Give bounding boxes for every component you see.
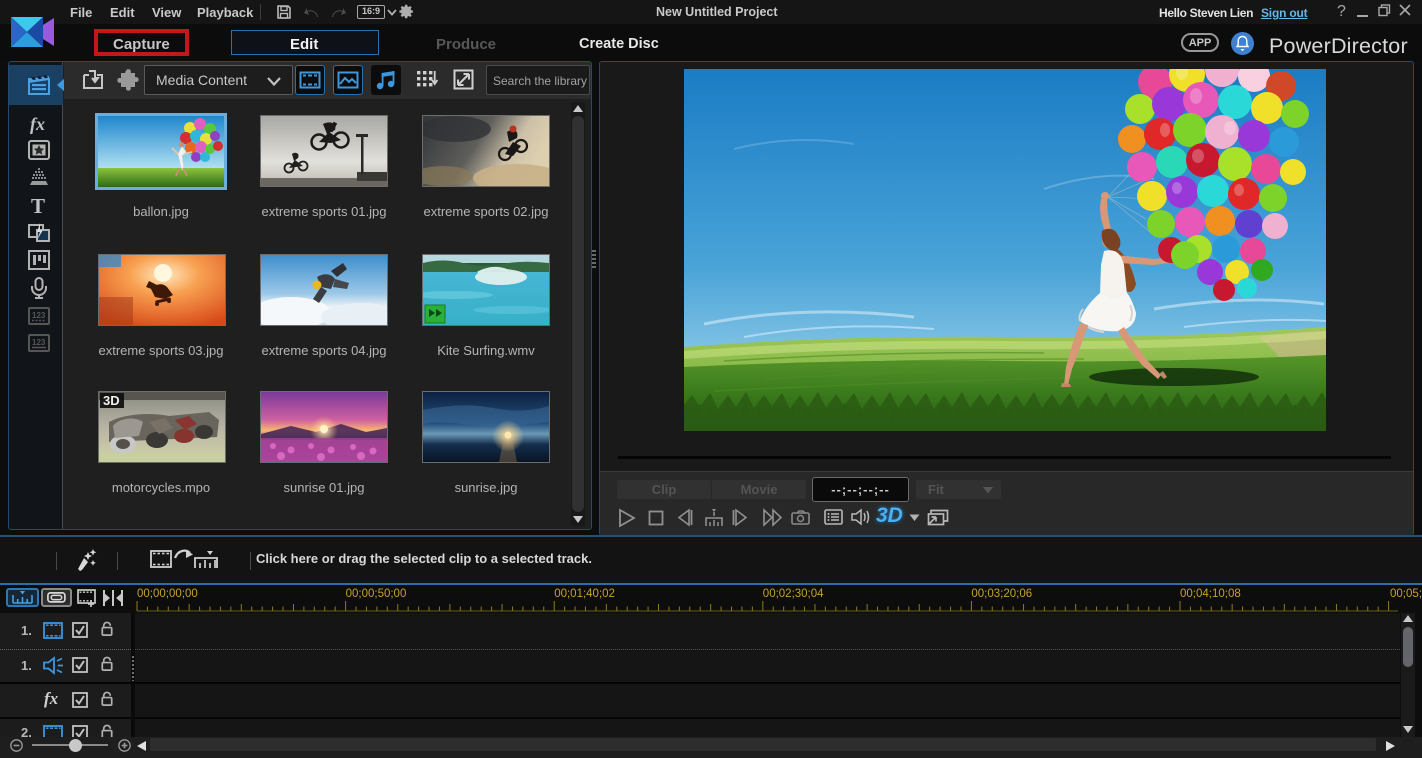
svg-text:fx: fx <box>30 114 45 134</box>
svg-text:123: 123 <box>32 311 46 320</box>
svg-text:123: 123 <box>32 338 46 347</box>
svg-text:T: T <box>31 194 45 218</box>
svg-text:00;05;00;10: 00;05;00;10 <box>1390 588 1422 600</box>
svg-text:00;01;40;02: 00;01;40;02 <box>554 588 615 600</box>
svg-text:00;02;30;04: 00;02;30;04 <box>763 588 824 600</box>
svg-text:00;04;10;08: 00;04;10;08 <box>1180 588 1241 600</box>
svg-text:00;00;50;00: 00;00;50;00 <box>346 588 407 600</box>
svg-text:00;00;00;00: 00;00;00;00 <box>137 588 198 600</box>
svg-text:3D: 3D <box>103 393 120 408</box>
svg-text:00;03;20;06: 00;03;20;06 <box>971 588 1032 600</box>
